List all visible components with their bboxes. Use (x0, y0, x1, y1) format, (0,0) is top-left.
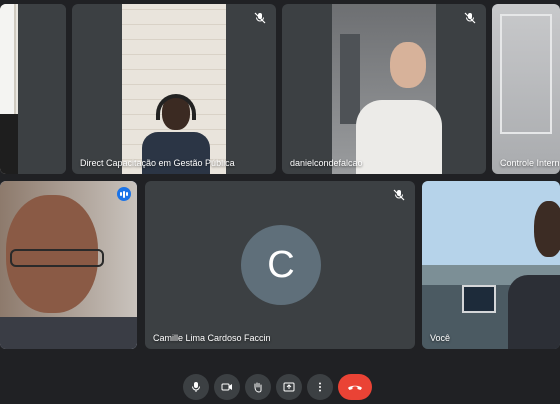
end-call-icon (348, 385, 362, 390)
participant-name: Direct Capacitação em Gestão Pública (80, 158, 235, 168)
camera-icon (221, 383, 232, 391)
more-options-button[interactable] (307, 374, 333, 400)
speaking-indicator-icon (117, 187, 131, 201)
person-shoulder (0, 114, 18, 174)
microphone-icon (192, 382, 200, 392)
person-head (534, 201, 560, 257)
glasses (10, 249, 104, 267)
raise-hand-button[interactable] (245, 374, 271, 400)
participant-tile-camille[interactable]: C Camille Lima Cardoso Faccin (145, 181, 415, 349)
participant-name: Controle Intern (500, 158, 560, 168)
mic-off-icon (393, 189, 405, 201)
mic-off-icon (254, 12, 266, 24)
window-frame (0, 4, 16, 114)
person-head (390, 42, 426, 88)
mic-button[interactable] (183, 374, 209, 400)
person-body (0, 317, 137, 349)
hand-icon (254, 382, 262, 393)
person-body (508, 275, 560, 349)
leave-call-button[interactable] (338, 374, 372, 400)
person-body (356, 100, 442, 174)
participant-tile-cropped-left[interactable] (0, 4, 66, 174)
avatar: C (241, 225, 321, 305)
participant-tile-direct[interactable]: Direct Capacitação em Gestão Pública (72, 4, 276, 174)
participant-name: danielcondefalcao (290, 158, 363, 168)
window-frame (500, 14, 552, 134)
participant-tile-self[interactable]: Você (422, 181, 560, 349)
participant-tile-daniel[interactable]: danielcondefalcao (282, 4, 486, 174)
call-controls-toolbar (0, 374, 560, 400)
more-vert-icon (319, 382, 321, 392)
participant-name: Você (430, 333, 451, 343)
participant-name: Camille Lima Cardoso Faccin (153, 333, 271, 343)
participant-tile-speaker[interactable] (0, 181, 137, 349)
curtain (340, 34, 360, 124)
present-screen-icon (283, 382, 295, 392)
present-button[interactable] (276, 374, 302, 400)
mic-off-icon (464, 12, 476, 24)
camera-button[interactable] (214, 374, 240, 400)
participant-tile-controle[interactable]: Controle Intern (492, 4, 560, 174)
monitor (462, 285, 496, 313)
